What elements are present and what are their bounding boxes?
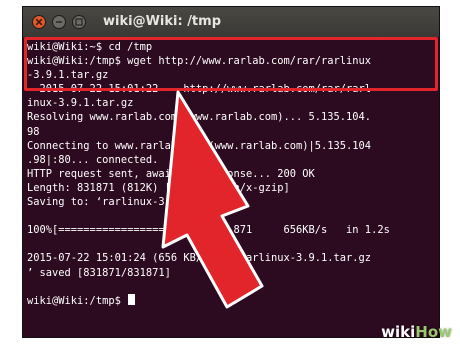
wikihow-logo: wikiHow <box>381 323 452 341</box>
logo-wiki: wiki <box>381 323 416 341</box>
logo-how: How <box>415 323 452 341</box>
red-arrow-pointer-icon <box>161 90 264 309</box>
